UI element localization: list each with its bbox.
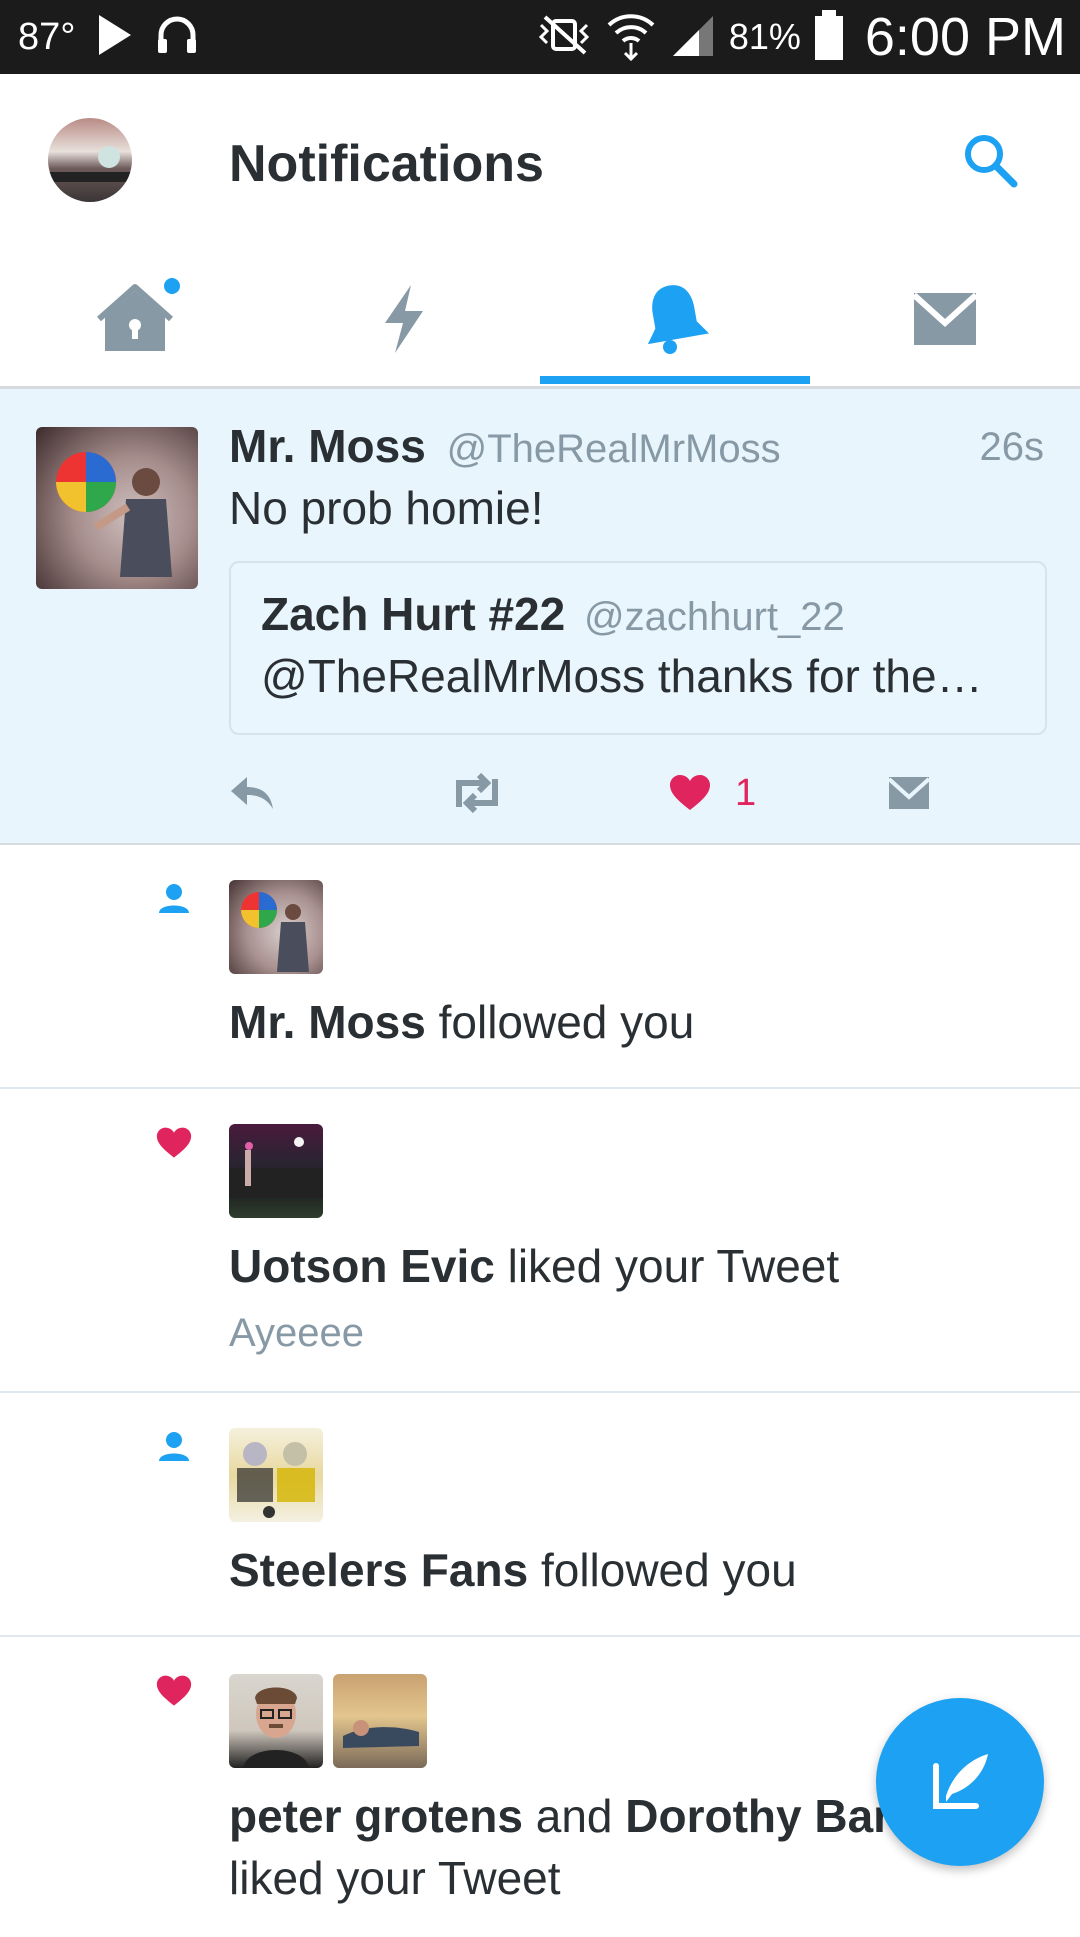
retweet-button[interactable]: [449, 763, 505, 823]
page-title: Notifications: [229, 135, 544, 193]
tweet-actions: 1: [229, 763, 1043, 823]
follower-avatar[interactable]: [229, 1428, 323, 1522]
action-text: liked your Tweet: [507, 1240, 840, 1292]
liker-avatar[interactable]: [333, 1674, 427, 1768]
mute-vibrate-icon: [535, 13, 593, 62]
wifi-icon: [605, 9, 657, 66]
compose-tweet-button[interactable]: [876, 1698, 1044, 1866]
tab-home[interactable]: [0, 252, 270, 386]
notification-text: Uotson Evic liked your Tweet: [229, 1239, 839, 1293]
temperature: 87°: [18, 15, 76, 58]
notification-follow[interactable]: Mr. Moss followed you: [0, 845, 1080, 1089]
search-button[interactable]: [960, 130, 1020, 190]
direct-message-button[interactable]: [887, 763, 931, 823]
user-name[interactable]: Uotson Evic: [229, 1240, 495, 1292]
tab-notifications[interactable]: [540, 252, 810, 386]
signal-icon: [669, 12, 717, 63]
clock: 6:00 PM: [864, 7, 1066, 67]
quoted-tweet[interactable]: Zach Hurt #22 @zachhurt_22 @TheRealMrMos…: [229, 561, 1047, 735]
tweet-header: Mr. Moss @TheRealMrMoss: [229, 419, 781, 473]
app-header: Notifications: [0, 74, 1080, 252]
tweet-text: No prob homie!: [229, 482, 544, 534]
tab-messages[interactable]: [810, 252, 1080, 386]
heart-icon: [156, 1127, 192, 1158]
action-text: liked your Tweet: [229, 1852, 561, 1904]
author-name[interactable]: Mr. Moss: [229, 420, 426, 472]
headphones-icon: [155, 13, 199, 62]
mail-icon: [911, 292, 979, 345]
person-icon: [159, 884, 189, 913]
person-icon: [159, 1432, 189, 1461]
battery-percent: 81%: [728, 16, 801, 57]
follower-avatar[interactable]: [229, 880, 323, 974]
notification-like[interactable]: Uotson Evic liked your Tweet Ayeeee: [0, 1089, 1080, 1393]
user-name[interactable]: Mr. Moss: [229, 996, 426, 1048]
reply-icon: [231, 777, 273, 809]
liked-tweet-preview: Ayeeee: [229, 1311, 364, 1355]
reply-button[interactable]: [229, 763, 275, 823]
active-tab-indicator: [540, 376, 810, 384]
play-icon: [95, 13, 135, 62]
notification-text: Steelers Fans followed you: [229, 1543, 797, 1597]
retweet-icon: [456, 773, 498, 813]
author-avatar[interactable]: [36, 427, 198, 589]
user-name[interactable]: Steelers Fans: [229, 1544, 528, 1596]
tab-moments[interactable]: [270, 252, 540, 386]
avatar-detail-bar: [48, 172, 132, 182]
like-button[interactable]: 1: [669, 763, 756, 823]
mention-tweet[interactable]: Mr. Moss @TheRealMrMoss 26s No prob homi…: [0, 389, 1080, 845]
conjunction-text: and: [535, 1790, 613, 1842]
notification-text: Mr. Moss followed you: [229, 995, 694, 1049]
heart-icon: [670, 775, 710, 810]
author-handle[interactable]: @TheRealMrMoss: [447, 427, 781, 471]
action-text: followed you: [540, 1544, 797, 1596]
liker-avatar[interactable]: [229, 1124, 323, 1218]
compose-icon: [933, 1754, 988, 1809]
battery-icon: [813, 9, 845, 65]
tweet-time: 26s: [979, 425, 1045, 469]
avatar-detail: [98, 146, 120, 168]
quoted-author-name: Zach Hurt #22: [261, 588, 566, 640]
avatar-photo: [56, 452, 172, 577]
tab-bar: [0, 252, 1080, 389]
profile-avatar[interactable]: [48, 118, 132, 202]
notification-text: peter grotens and Dorothy Barr: [229, 1789, 909, 1843]
action-text: followed you: [438, 996, 695, 1048]
quoted-author-handle: @zachhurt_22: [584, 595, 845, 639]
heart-icon: [156, 1675, 192, 1706]
new-content-dot: [164, 278, 180, 294]
user-name[interactable]: peter grotens: [229, 1790, 523, 1842]
home-icon: [97, 284, 173, 351]
lightning-icon: [385, 285, 423, 353]
liker-avatar[interactable]: [229, 1674, 323, 1768]
user-name-2[interactable]: Dorothy Barr: [625, 1790, 909, 1842]
like-count: 1: [735, 771, 757, 814]
mail-icon: [887, 777, 931, 809]
notification-follow[interactable]: Steelers Fans followed you: [0, 1393, 1080, 1637]
quoted-tweet-text: @TheRealMrMoss thanks for the…: [261, 650, 983, 702]
bell-icon: [647, 285, 710, 354]
search-icon: [965, 135, 1018, 188]
status-bar: 87° 81% 6:00 PM: [0, 0, 1080, 74]
